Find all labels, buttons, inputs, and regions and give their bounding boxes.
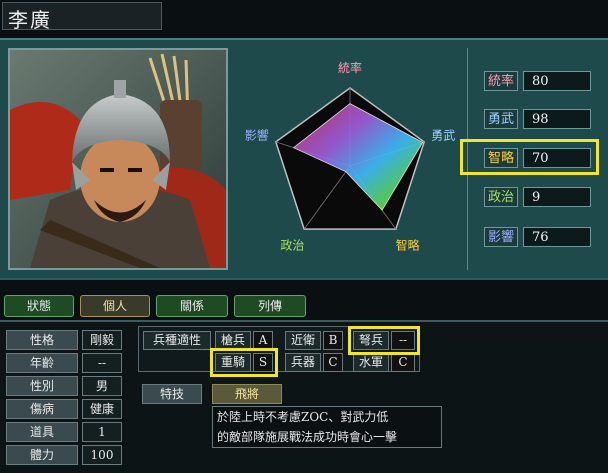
- unit-grade: C: [323, 353, 343, 372]
- skill-description: 於陸上時不考慮ZOC、對武力低 的敵部隊施展戰法成功時會心一擊: [212, 406, 442, 448]
- general-portrait: [8, 48, 228, 270]
- radar-axis-label: 智略: [396, 237, 420, 252]
- stat-label: 智略: [484, 148, 518, 168]
- info-value: 剛毅: [82, 330, 122, 350]
- skill-name[interactable]: 飛將: [212, 384, 282, 404]
- general-name: 李廣: [8, 8, 52, 32]
- stat-value: 98: [523, 109, 591, 129]
- stat-row-influence: 影響 76: [468, 226, 603, 248]
- stat-row-valor: 勇武 98: [468, 108, 603, 130]
- info-value: 健康: [82, 399, 122, 419]
- radar-axis-label: 政治: [280, 238, 304, 252]
- skill-label: 特技: [142, 384, 202, 404]
- special-skill-box: 特技 飛將 於陸上時不考慮ZOC、對武力低 的敵部隊施展戰法成功時會心一擊: [142, 384, 442, 448]
- stat-list: 統率 80 勇武 98 智略 70 政治 9 影響 76: [460, 48, 603, 270]
- stat-row-command: 統率 80: [468, 70, 603, 92]
- info-label: 性格: [6, 330, 78, 350]
- stat-label: 統率: [484, 71, 518, 91]
- info-label: 體力: [6, 445, 78, 465]
- stat-label: 政治: [484, 187, 518, 207]
- suitability-header: 兵種適性: [143, 331, 211, 350]
- unit-grade: B: [323, 331, 343, 350]
- unit-name: 兵器: [285, 353, 321, 372]
- unit-name: 水軍: [353, 353, 389, 372]
- info-row-stamina: 體力 100: [6, 445, 124, 465]
- info-row-gender: 性別 男: [6, 376, 124, 396]
- info-value: 100: [82, 445, 122, 465]
- radar-axis-label: 統率: [338, 60, 362, 75]
- info-value: 1: [82, 422, 122, 442]
- info-label: 性別: [6, 376, 78, 396]
- skill-description-line: 的敵部隊施展戰法成功時會心一擊: [217, 430, 398, 444]
- skill-description-line: 於陸上時不考慮ZOC、對武力低: [217, 410, 389, 424]
- info-row-items: 道具 1: [6, 422, 124, 442]
- attribute-radar-chart: 統率 勇武 智略 政治 影響: [236, 48, 464, 270]
- stat-label: 勇武: [484, 109, 518, 129]
- unit-name: 近衛: [285, 331, 321, 350]
- unit-grade: C: [391, 353, 415, 372]
- info-row-injury: 傷病 健康: [6, 399, 124, 419]
- info-label: 道具: [6, 422, 78, 442]
- radar-axis-label: 影響: [245, 128, 269, 143]
- tab-status[interactable]: 狀態: [4, 295, 74, 317]
- stat-value: 70: [523, 148, 591, 168]
- stat-value: 76: [523, 227, 591, 247]
- info-label: 年齡: [6, 353, 78, 373]
- highlight-frame-heavy-cavalry: [210, 348, 278, 377]
- tab-biography[interactable]: 列傳: [234, 295, 306, 317]
- portrait-illustration: [10, 50, 226, 268]
- stat-label: 影響: [484, 227, 518, 247]
- tab-relations[interactable]: 關係: [156, 295, 228, 317]
- tab-personal[interactable]: 個人: [80, 295, 150, 317]
- unit-suitability-box: 兵種適性 槍兵 A 近衛 B 弩兵 -- 重騎 S 兵器 C 水軍 C: [138, 326, 420, 377]
- stat-value: 80: [523, 71, 591, 91]
- info-label: 傷病: [6, 399, 78, 419]
- stat-row-intellect: 智略 70: [460, 139, 603, 175]
- highlight-frame-crossbow: [348, 326, 420, 355]
- radar-axis-label: 勇武: [431, 129, 455, 143]
- info-value: --: [82, 353, 122, 373]
- info-row-age: 年齡 --: [6, 353, 124, 373]
- stat-row-politics: 政治 9: [468, 186, 603, 208]
- info-row-personality: 性格 剛毅: [6, 330, 124, 350]
- info-value: 男: [82, 376, 122, 396]
- stat-value: 9: [523, 187, 591, 207]
